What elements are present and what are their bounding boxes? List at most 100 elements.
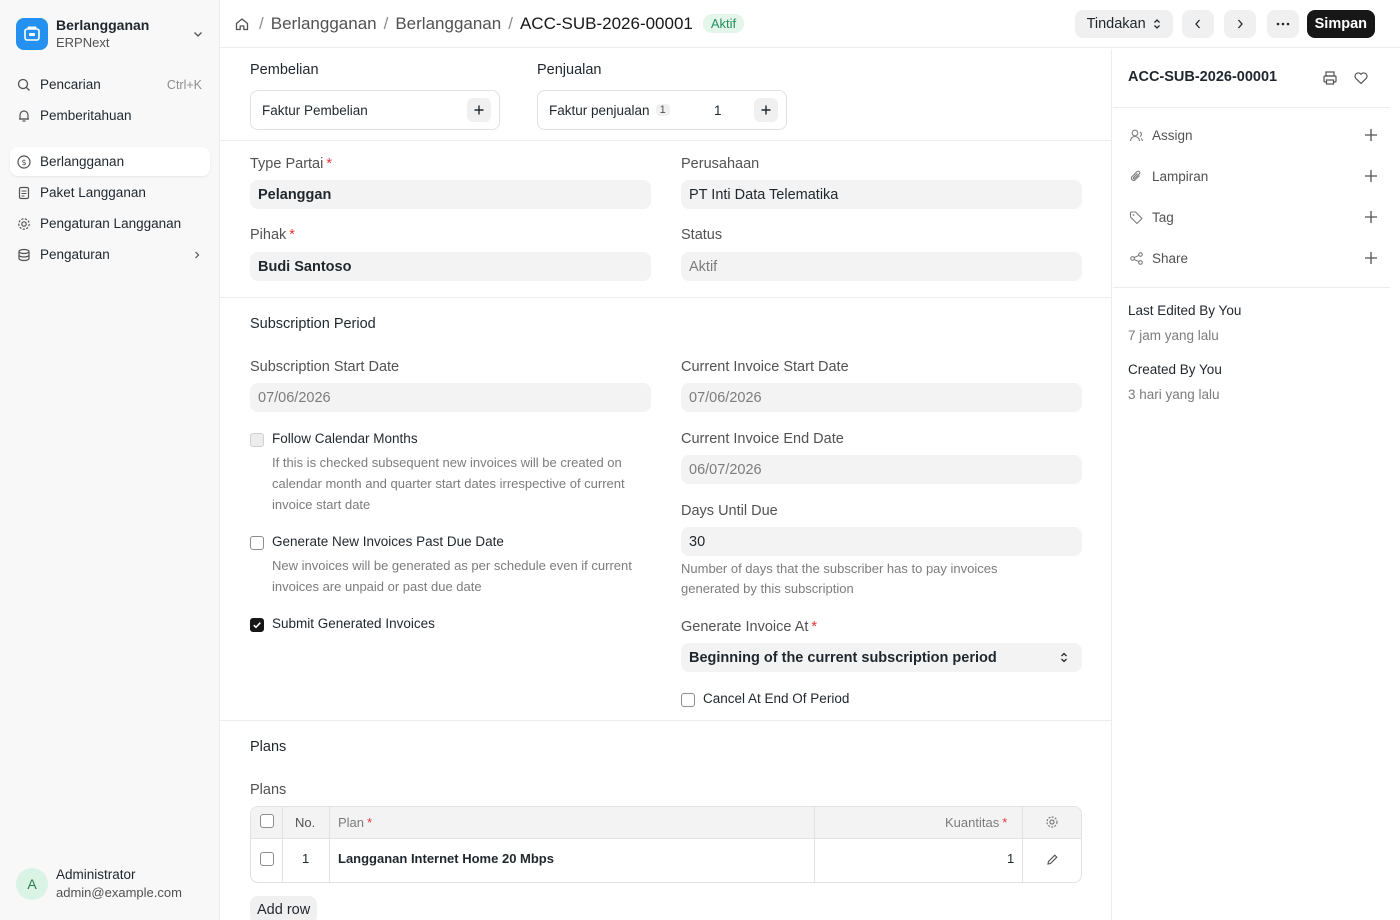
plus-icon[interactable] bbox=[1364, 169, 1378, 183]
sales-invoice-label: Faktur penjualan bbox=[549, 102, 650, 118]
search-shortcut: Ctrl+K bbox=[166, 77, 202, 92]
row-plan[interactable]: Langganan Internet Home 20 Mbps bbox=[338, 851, 554, 866]
status-badge: Aktif bbox=[702, 14, 745, 33]
plus-icon[interactable] bbox=[1364, 210, 1378, 224]
invoice-end-field: 06/07/2026 bbox=[681, 455, 1082, 484]
cancel-at-end-checkbox[interactable] bbox=[681, 693, 695, 707]
sales-invoice-link[interactable]: Faktur penjualan 1 1 bbox=[537, 90, 787, 130]
sales-invoice-count: 1 bbox=[714, 102, 722, 118]
purchase-invoice-label: Faktur Pembelian bbox=[262, 102, 368, 118]
sidebar-item-berlangganan[interactable]: $ Berlangganan bbox=[10, 147, 210, 176]
paperclip-icon bbox=[1128, 168, 1144, 184]
gear-icon bbox=[16, 216, 32, 232]
chevron-down-icon bbox=[190, 26, 206, 42]
more-button[interactable] bbox=[1266, 10, 1299, 38]
avatar: A bbox=[16, 868, 48, 900]
select-arrows-icon bbox=[1060, 651, 1068, 664]
days-until-due-label: Days Until Due bbox=[681, 503, 778, 519]
search-button[interactable]: Pencarian Ctrl+K bbox=[10, 70, 210, 99]
row-checkbox[interactable] bbox=[260, 852, 274, 866]
follow-calendar-label: Follow Calendar Months bbox=[272, 431, 418, 446]
page-header: / Berlangganan / Berlangganan / ACC-SUB-… bbox=[220, 0, 1400, 48]
save-button[interactable]: Simpan bbox=[1306, 10, 1375, 38]
column-header-no: No. bbox=[295, 815, 316, 830]
column-divider bbox=[282, 807, 283, 882]
add-sales-invoice-button[interactable] bbox=[754, 98, 778, 122]
column-divider bbox=[329, 807, 330, 882]
page-title: ACC-SUB-2026-00001 bbox=[519, 13, 693, 33]
svg-text:$: $ bbox=[21, 158, 26, 167]
days-until-due-description: Number of days that the subscriber has t… bbox=[681, 561, 998, 596]
user-name: Administrator bbox=[56, 867, 136, 882]
breadcrumb-link[interactable]: Berlangganan bbox=[395, 14, 501, 34]
plans-table-label: Plans bbox=[250, 782, 287, 798]
share-icon bbox=[1128, 250, 1144, 266]
panel-divider bbox=[1113, 287, 1390, 288]
row-quantity[interactable]: 1 bbox=[1007, 851, 1014, 866]
add-row-button[interactable]: Add row bbox=[250, 896, 318, 920]
sidebar-item-pengaturan[interactable]: Pengaturan bbox=[10, 240, 210, 269]
print-icon[interactable] bbox=[1322, 70, 1338, 86]
party-type-field[interactable]: Pelanggan bbox=[250, 180, 651, 209]
notifications-label: Pemberitahuan bbox=[40, 108, 132, 123]
purchase-invoice-link[interactable]: Faktur Pembelian bbox=[250, 90, 500, 130]
previous-button[interactable] bbox=[1181, 10, 1214, 38]
search-icon bbox=[16, 77, 32, 93]
company-field[interactable]: PT Inti Data Telematika bbox=[681, 180, 1082, 209]
bell-icon bbox=[16, 108, 32, 124]
search-label: Pencarian bbox=[40, 77, 101, 92]
share-item[interactable]: Share bbox=[1128, 248, 1378, 268]
days-until-due-field[interactable]: 30 bbox=[681, 527, 1082, 556]
document-title: ACC-SUB-2026-00001 bbox=[1128, 69, 1278, 85]
breadcrumb-link[interactable]: Berlangganan bbox=[271, 14, 377, 34]
plus-icon[interactable] bbox=[1364, 128, 1378, 142]
last-edited-time: 7 jam yang lalu bbox=[1128, 328, 1219, 343]
assign-item[interactable]: Assign bbox=[1128, 125, 1378, 145]
sidebar: Berlangganan ERPNext Pencarian Ctrl+K Pe… bbox=[0, 0, 220, 920]
breadcrumb: / Berlangganan / Berlangganan / ACC-SUB-… bbox=[234, 14, 693, 34]
app-name: Berlangganan bbox=[56, 16, 150, 33]
sidebar-item-label: Pengaturan Langganan bbox=[40, 216, 182, 231]
purchase-section-label: Pembelian bbox=[250, 62, 319, 78]
plans-table: No. Plan * Kuantitas * 1 Langganan Interne… bbox=[250, 806, 1082, 883]
attachments-item[interactable]: Lampiran bbox=[1128, 166, 1378, 186]
section-divider bbox=[220, 297, 1112, 298]
actions-dropdown[interactable]: Tindakan bbox=[1074, 10, 1173, 38]
follow-calendar-checkbox[interactable] bbox=[250, 433, 264, 447]
section-divider bbox=[220, 720, 1112, 721]
sidebar-item-label: Paket Langganan bbox=[40, 185, 146, 200]
app-switcher[interactable]: Berlangganan ERPNext bbox=[16, 14, 206, 54]
section-divider bbox=[220, 140, 1112, 141]
invoice-end-label: Current Invoice End Date bbox=[681, 431, 844, 447]
created-label: Created By You bbox=[1128, 362, 1222, 377]
add-purchase-invoice-button[interactable] bbox=[467, 98, 491, 122]
edit-row-icon[interactable] bbox=[1046, 853, 1059, 866]
generate-at-select[interactable]: Beginning of the current subscription pe… bbox=[681, 643, 1082, 672]
last-edited-label: Last Edited By You bbox=[1128, 303, 1242, 318]
column-header-plan: Plan * bbox=[338, 815, 373, 830]
actions-label: Tindakan bbox=[1086, 16, 1146, 32]
generate-past-due-checkbox[interactable] bbox=[250, 536, 264, 550]
user-menu[interactable]: A Administrator admin@example.com bbox=[16, 866, 182, 902]
invoice-start-field: 07/06/2026 bbox=[681, 383, 1082, 412]
sidebar-item-pengaturan-langganan[interactable]: Pengaturan Langganan bbox=[10, 209, 210, 238]
form-main: Pembelian Faktur Pembelian Penjualan Fak… bbox=[220, 49, 1112, 920]
breadcrumb-separator: / bbox=[383, 13, 389, 33]
chevron-left-icon bbox=[1193, 18, 1203, 30]
tags-item[interactable]: Tag bbox=[1128, 207, 1378, 227]
column-settings-icon[interactable] bbox=[1045, 815, 1059, 829]
next-button[interactable] bbox=[1223, 10, 1256, 38]
party-field[interactable]: Budi Santoso bbox=[250, 252, 651, 281]
column-divider bbox=[1022, 807, 1023, 882]
column-header-quantity: Kuantitas * bbox=[945, 815, 1008, 830]
submit-generated-checkbox[interactable] bbox=[250, 618, 264, 632]
heart-icon[interactable] bbox=[1353, 70, 1369, 86]
home-icon[interactable] bbox=[234, 16, 250, 32]
start-date-field[interactable]: 07/06/2026 bbox=[250, 383, 651, 412]
database-icon bbox=[16, 247, 32, 263]
sidebar-item-paket-langganan[interactable]: Paket Langganan bbox=[10, 178, 210, 207]
select-all-checkbox[interactable] bbox=[260, 814, 274, 828]
plus-icon[interactable] bbox=[1364, 251, 1378, 265]
start-date-label: Subscription Start Date bbox=[250, 359, 400, 375]
notifications-button[interactable]: Pemberitahuan bbox=[10, 101, 210, 130]
